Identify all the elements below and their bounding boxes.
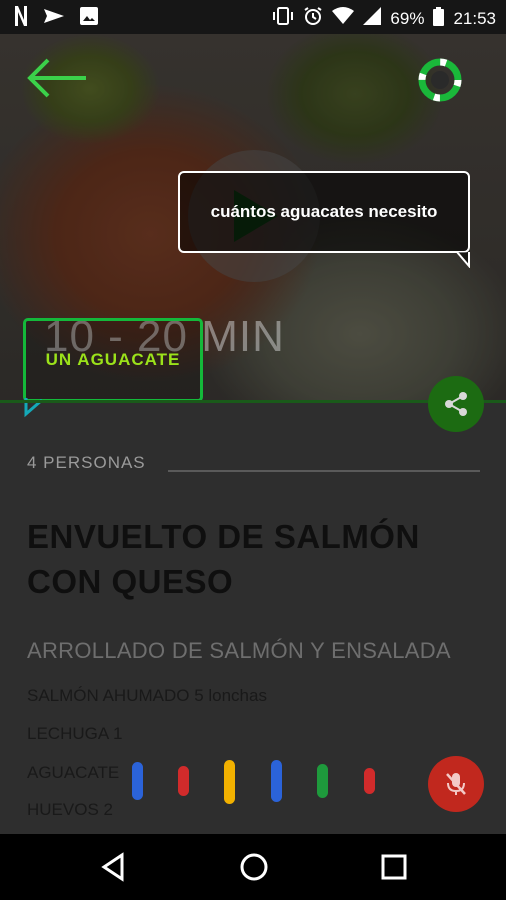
home-icon xyxy=(240,853,268,881)
image-icon xyxy=(80,7,98,30)
help-button[interactable] xyxy=(418,58,462,102)
share-icon xyxy=(445,392,467,416)
alarm-icon xyxy=(303,6,323,31)
ingredient-item: LECHUGA 1 xyxy=(27,724,123,743)
voice-bar xyxy=(271,760,282,802)
netflix-icon xyxy=(14,6,28,31)
recents-icon xyxy=(381,854,407,880)
nav-home-button[interactable] xyxy=(238,851,270,883)
assistant-answer-badge: UN AGUACATE xyxy=(23,318,203,402)
recipe-title: ENVUELTO DE SALMÓN CON QUESO xyxy=(27,514,477,604)
query-bubble-tail xyxy=(456,252,470,268)
recipe-title-line-1: ENVUELTO DE SALMÓN xyxy=(27,518,420,555)
assistant-query-text: cuántos aguacates necesito xyxy=(210,202,438,221)
ingredient-item: SALMÓN AHUMADO 5 lonchas xyxy=(27,686,267,705)
share-button[interactable] xyxy=(428,376,484,432)
battery-icon xyxy=(433,6,445,31)
battery-level: 69% xyxy=(390,8,425,28)
ingredient-item: AGUACATE xyxy=(27,763,120,782)
mic-mute-button[interactable] xyxy=(428,756,484,812)
ingredient-item: HUEVOS 2 xyxy=(27,800,113,819)
recipe-title-line-2: CON QUESO xyxy=(27,563,234,600)
mic-off-icon xyxy=(446,773,466,795)
servings-divider xyxy=(168,470,480,472)
back-arrow-icon xyxy=(27,58,86,98)
nav-back-button[interactable] xyxy=(98,851,130,883)
back-button[interactable] xyxy=(26,56,90,100)
status-bar: 69% 21:53 xyxy=(0,0,506,34)
voice-bar xyxy=(224,760,235,804)
clock: 21:53 xyxy=(453,8,496,28)
system-nav-bar xyxy=(0,834,506,900)
assistant-query-bubble: cuántos aguacates necesito xyxy=(178,171,470,253)
voice-bar xyxy=(317,764,328,798)
wifi-icon xyxy=(332,7,355,30)
answer-text: UN AGUACATE xyxy=(45,350,181,369)
recipe-subtitle: ARROLLADO DE SALMÓN Y ENSALADA xyxy=(27,638,451,663)
nav-recents-button[interactable] xyxy=(378,851,410,883)
vibrate-icon xyxy=(272,7,294,30)
voice-bar xyxy=(178,766,189,796)
voice-bar xyxy=(364,768,375,794)
signal-icon xyxy=(363,7,382,30)
servings-label: 4 PERSONAS xyxy=(27,453,146,472)
lifebuoy-icon xyxy=(418,58,462,102)
send-icon xyxy=(44,7,64,30)
voice-bar xyxy=(132,762,143,800)
back-icon xyxy=(101,852,124,882)
